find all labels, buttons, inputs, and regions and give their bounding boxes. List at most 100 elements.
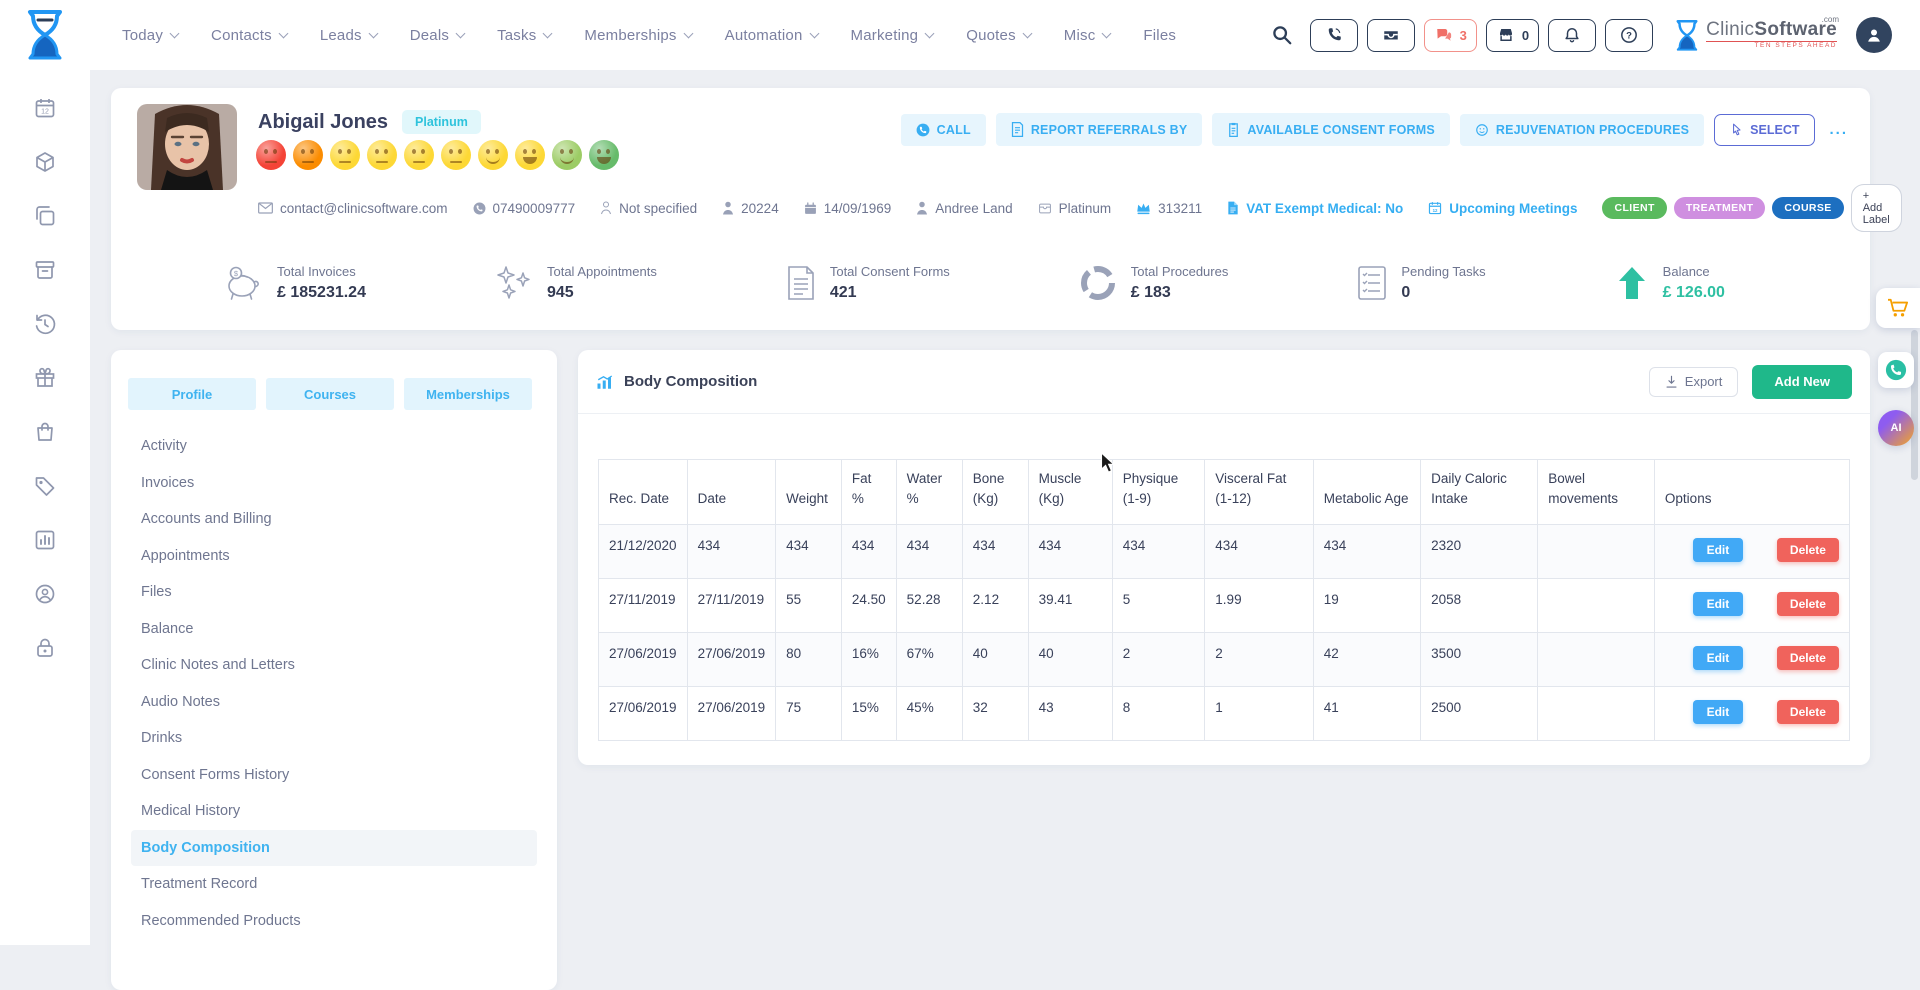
sidebar-item-audio-notes[interactable]: Audio Notes [131, 684, 537, 721]
package-icon[interactable] [33, 150, 57, 174]
shopping-bag-icon[interactable] [33, 420, 57, 444]
vat-status-item[interactable]: VAT Exempt Medical: No [1227, 201, 1403, 216]
edit-button[interactable]: Edit [1693, 592, 1743, 616]
nav-files[interactable]: Files [1143, 27, 1176, 44]
upcoming-meetings-link[interactable]: 12 Upcoming Meetings [1428, 201, 1577, 216]
export-button[interactable]: Export [1649, 367, 1739, 397]
nav-leads[interactable]: Leads [320, 27, 377, 44]
sidebar-item-invoices[interactable]: Invoices [131, 465, 537, 502]
consent-forms-button[interactable]: AVAILABLE CONSENT FORMS [1212, 113, 1449, 146]
sidebar-item-files[interactable]: Files [131, 574, 537, 611]
bar-chart-icon[interactable] [33, 528, 57, 552]
sidebar-item-accounts-billing[interactable]: Accounts and Billing [131, 501, 537, 538]
label-client[interactable]: CLIENT [1602, 197, 1666, 219]
brand-logo[interactable]: ClinicSoftware .com TEN STEPS AHEAD [1674, 19, 1837, 52]
sidebar-item-clinic-notes[interactable]: Clinic Notes and Letters [131, 647, 537, 684]
sidebar-item-drinks[interactable]: Drinks [131, 720, 537, 757]
chevron-down-icon [683, 28, 693, 38]
label-course[interactable]: COURSE [1772, 197, 1843, 219]
mood-emoji-1[interactable] [256, 140, 286, 170]
copy-icon[interactable] [33, 204, 57, 228]
history-icon[interactable] [33, 312, 57, 336]
mood-emoji-4[interactable] [367, 140, 397, 170]
mood-emoji-5[interactable] [404, 140, 434, 170]
nav-memberships[interactable]: Memberships [584, 27, 691, 44]
edit-button[interactable]: Edit [1693, 646, 1743, 670]
scrollbar-thumb[interactable] [1911, 330, 1918, 480]
tab-profile[interactable]: Profile [128, 378, 256, 410]
rejuvenation-button[interactable]: REJUVENATION PROCEDURES [1460, 114, 1704, 146]
nav-deals[interactable]: Deals [410, 27, 464, 44]
help-button[interactable]: ? [1605, 19, 1653, 52]
mood-emoji-6[interactable] [441, 140, 471, 170]
ai-widget-label: AI [1891, 422, 1902, 434]
sidebar-item-appointments[interactable]: Appointments [131, 538, 537, 575]
mood-emoji-2[interactable] [293, 140, 323, 170]
email-item[interactable]: contact@clinicsoftware.com [258, 201, 448, 216]
store-button[interactable]: 0 [1486, 19, 1539, 52]
inbox-button[interactable] [1367, 19, 1415, 52]
client-id-item[interactable]: 20224 [722, 201, 779, 216]
app-logo[interactable] [0, 9, 90, 61]
delete-button[interactable]: Delete [1777, 538, 1839, 562]
dialer-button[interactable] [1310, 19, 1358, 52]
membership-item[interactable]: Platinum [1038, 201, 1112, 216]
archive-box-icon[interactable] [33, 258, 57, 282]
nav-marketing[interactable]: Marketing [851, 27, 934, 44]
gender-item[interactable]: Not specified [600, 201, 697, 216]
col-date: Date [687, 460, 776, 525]
nav-quotes[interactable]: Quotes [966, 27, 1031, 44]
mood-emoji-10[interactable] [589, 140, 619, 170]
select-button[interactable]: SELECT [1714, 114, 1815, 146]
address-item[interactable]: Andree Land [916, 201, 1012, 216]
report-referrals-button[interactable]: REPORT REFERRALS BY [996, 113, 1203, 146]
whatsapp-widget[interactable] [1878, 352, 1914, 388]
birthdate-item[interactable]: 14/09/1969 [804, 201, 892, 216]
sidebar-item-body-composition[interactable]: Body Composition [131, 830, 537, 867]
sidebar-item-consent-forms-history[interactable]: Consent Forms History [131, 757, 537, 794]
nav-today[interactable]: Today [122, 27, 178, 44]
sidebar-item-medical-history[interactable]: Medical History [131, 793, 537, 830]
user-avatar[interactable] [1856, 17, 1892, 53]
search-icon[interactable] [1271, 24, 1293, 46]
more-actions-button[interactable]: ... [1829, 121, 1848, 138]
delete-button[interactable]: Delete [1777, 646, 1839, 670]
delete-button[interactable]: Delete [1777, 592, 1839, 616]
price-tag-icon[interactable] [33, 474, 57, 498]
add-new-button[interactable]: Add New [1752, 365, 1852, 399]
table-row: 21/12/2020434 434434 434434 434434 43443… [599, 524, 1850, 578]
phone-item[interactable]: 07490009777 [473, 201, 576, 216]
edit-button[interactable]: Edit [1693, 700, 1743, 724]
nav-misc[interactable]: Misc [1064, 27, 1111, 44]
sidebar-item-treatment-record[interactable]: Treatment Record [131, 866, 537, 903]
sidebar-item-balance[interactable]: Balance [131, 611, 537, 648]
sidebar-item-recommended-products[interactable]: Recommended Products [131, 903, 537, 940]
ai-assistant-widget[interactable]: AI [1878, 410, 1914, 446]
mood-emoji-3[interactable] [330, 140, 360, 170]
mood-emoji-7[interactable] [478, 140, 508, 170]
delete-button[interactable]: Delete [1777, 700, 1839, 724]
nav-contacts[interactable]: Contacts [211, 27, 287, 44]
loyalty-item[interactable]: 313211 [1136, 201, 1202, 216]
col-weight: Weight [776, 460, 842, 525]
sidebar-item-activity[interactable]: Activity [131, 428, 537, 465]
lock-icon[interactable] [33, 636, 57, 660]
gift-icon[interactable] [33, 366, 57, 390]
table-row: 27/06/201927/06/2019 8016% 67%40 402 242… [599, 632, 1850, 686]
chevron-down-icon [925, 28, 935, 38]
call-button[interactable]: CALL [901, 114, 986, 146]
nav-tasks[interactable]: Tasks [497, 27, 551, 44]
chat-button[interactable]: 3 [1424, 19, 1477, 52]
mood-emoji-8[interactable] [515, 140, 545, 170]
tab-memberships[interactable]: Memberships [404, 378, 532, 410]
tab-courses[interactable]: Courses [266, 378, 394, 410]
nav-automation[interactable]: Automation [725, 27, 818, 44]
cart-widget[interactable] [1876, 288, 1920, 328]
notifications-button[interactable] [1548, 19, 1596, 52]
edit-button[interactable]: Edit [1693, 538, 1743, 562]
support-icon[interactable] [33, 582, 57, 606]
mood-emoji-9[interactable] [552, 140, 582, 170]
label-treatment[interactable]: TREATMENT [1674, 197, 1766, 219]
add-label-button[interactable]: + Add Label [1851, 184, 1902, 232]
calendar-icon[interactable]: 12 [33, 96, 57, 120]
